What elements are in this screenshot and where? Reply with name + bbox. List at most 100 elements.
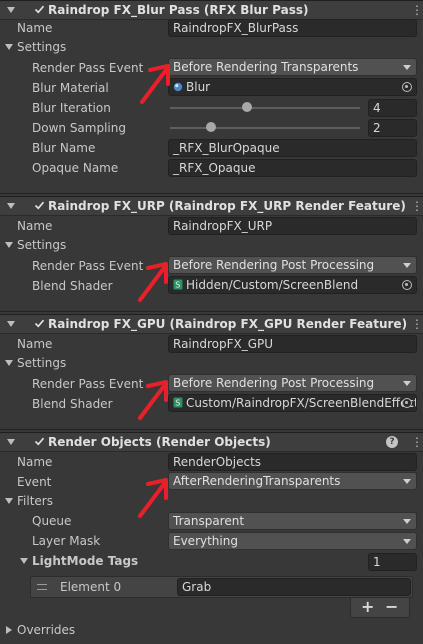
lightmode-foldout-icon[interactable] [20,558,28,564]
element-0-field[interactable]: Grab [177,578,411,596]
field-value: Hidden/Custom/ScreenBlend [186,278,359,292]
render-pass-event-label: Render Pass Event [32,259,144,273]
enable-checkbox[interactable] [34,200,45,211]
render-pass-event-label: Render Pass Event [32,61,144,75]
dropdown-arrow-icon [403,519,411,524]
blur-iteration-value[interactable]: 4 [368,99,417,117]
kebab-menu-icon[interactable]: ⋮ [411,200,423,212]
foldout-expanded-icon[interactable] [7,203,15,209]
foldout-expanded-icon[interactable] [7,321,15,327]
element-label: Element 0 [60,580,122,594]
divider [0,429,423,430]
component-title: Render Objects (Render Objects) [48,435,271,449]
foldout-expanded-icon[interactable] [7,7,15,13]
dropdown-arrow-icon [403,479,411,484]
down-sampling-label: Down Sampling [32,121,126,135]
settings-label[interactable]: Settings [17,40,66,54]
list-add-remove: + − [350,598,410,618]
name-field[interactable]: RaindropFX_GPU [168,335,417,353]
dropdown-arrow-icon [403,263,411,268]
blend-shader-field[interactable]: S Hidden/Custom/ScreenBlend [168,276,417,294]
foldout-expanded-icon[interactable] [7,439,15,445]
settings-foldout-icon[interactable] [5,360,13,366]
blend-shader-field[interactable]: S Custom/RaindropFX/ScreenBlendEffect [168,394,417,412]
dropdown-value: AfterRenderingTransparents [173,474,341,488]
settings-label[interactable]: Settings [17,356,66,370]
opaque-name-field[interactable]: _RFX_Opaque [168,159,417,177]
name-field[interactable]: RaindropFX_BlurPass [168,19,417,37]
enable-checkbox[interactable] [34,4,45,15]
settings-label[interactable]: Settings [17,238,66,252]
dropdown-value: Before Rendering Post Processing [173,258,375,272]
component-title: Raindrop FX_URP (Raindrop FX_URP Render … [48,199,406,213]
blur-iteration-slider-track[interactable] [170,107,360,109]
down-sampling-value[interactable]: 2 [368,119,417,137]
component-header-gpu[interactable]: Raindrop FX_GPU (Raindrop FX_GPU Render … [0,314,423,334]
render-pass-event-dropdown[interactable]: Before Rendering Transparents [168,58,417,76]
drag-handle-icon[interactable] [37,584,47,590]
blur-material-label: Blur Material [32,81,109,95]
component-header-urp[interactable]: Raindrop FX_URP (Raindrop FX_URP Render … [0,196,423,216]
layer-mask-dropdown[interactable]: Everything [168,532,417,550]
blur-name-label: Blur Name [32,141,96,155]
object-picker-icon[interactable] [402,398,412,408]
help-icon[interactable]: ? [386,436,398,448]
annotation-arrow [138,380,168,420]
event-label: Event [17,475,52,489]
component-title: Raindrop FX_GPU (Raindrop FX_GPU Render … [48,317,408,331]
down-sampling-slider-track[interactable] [170,127,360,129]
blur-name-field[interactable]: _RFX_BlurOpaque [168,139,417,157]
render-pass-event-dropdown[interactable]: Before Rendering Post Processing [168,256,417,274]
settings-foldout-icon[interactable] [5,44,13,50]
render-pass-event-dropdown[interactable]: Before Rendering Post Processing [168,374,417,392]
blend-shader-label: Blend Shader [32,279,113,293]
opaque-name-label: Opaque Name [32,161,119,175]
divider [0,193,423,194]
annotation-arrow [138,478,168,518]
queue-label: Queue [32,514,72,528]
svg-text:S: S [175,281,180,290]
queue-dropdown[interactable]: Transparent [168,512,417,530]
enable-checkbox[interactable] [34,318,45,329]
dropdown-arrow-icon [403,381,411,386]
field-value: Blur [186,80,211,94]
kebab-menu-icon[interactable]: ⋮ [411,436,423,448]
name-label: Name [17,337,53,351]
blend-shader-label: Blend Shader [32,397,113,411]
lightmode-tags-list: Element 0 Grab [30,576,413,598]
remove-element-button[interactable]: − [385,598,398,616]
name-field[interactable]: RaindropFX_URP [168,217,417,235]
name-field[interactable]: RenderObjects [168,453,417,471]
overrides-foldout-icon[interactable] [6,626,12,634]
lightmode-count-field[interactable]: 1 [368,553,417,571]
blur-iteration-slider-knob[interactable] [242,102,252,112]
enable-checkbox[interactable] [34,436,45,447]
dropdown-value: Transparent [173,514,245,528]
layer-mask-label: Layer Mask [32,534,101,548]
render-pass-event-label: Render Pass Event [32,377,144,391]
dropdown-value: Everything [173,534,238,548]
object-picker-icon[interactable] [402,82,412,92]
event-dropdown[interactable]: AfterRenderingTransparents [168,472,417,490]
filters-label[interactable]: Filters [17,494,53,508]
component-header-blur-pass[interactable]: Raindrop FX_Blur Pass (RFX Blur Pass) ⋮ [0,0,423,20]
component-header-render-objects[interactable]: Render Objects (Render Objects) ? ⋮ [0,432,423,452]
object-picker-icon[interactable] [402,280,412,290]
blur-material-field[interactable]: Blur [168,78,417,96]
lightmode-tags-label[interactable]: LightMode Tags [32,554,138,568]
kebab-menu-icon[interactable]: ⋮ [411,318,423,330]
name-label: Name [17,219,53,233]
kebab-menu-icon[interactable]: ⋮ [411,4,423,16]
add-element-button[interactable]: + [361,598,374,616]
settings-foldout-icon[interactable] [5,242,13,248]
field-value: Custom/RaindropFX/ScreenBlendEffect [186,396,417,410]
blur-iteration-label: Blur Iteration [32,101,111,115]
name-label: Name [17,455,53,469]
dropdown-arrow-icon [403,65,411,70]
overrides-label[interactable]: Overrides [17,623,75,637]
divider [0,311,423,312]
component-title: Raindrop FX_Blur Pass (RFX Blur Pass) [48,3,309,17]
down-sampling-slider-knob[interactable] [206,122,216,132]
filters-foldout-icon[interactable] [5,498,13,504]
dropdown-value: Before Rendering Post Processing [173,376,375,390]
